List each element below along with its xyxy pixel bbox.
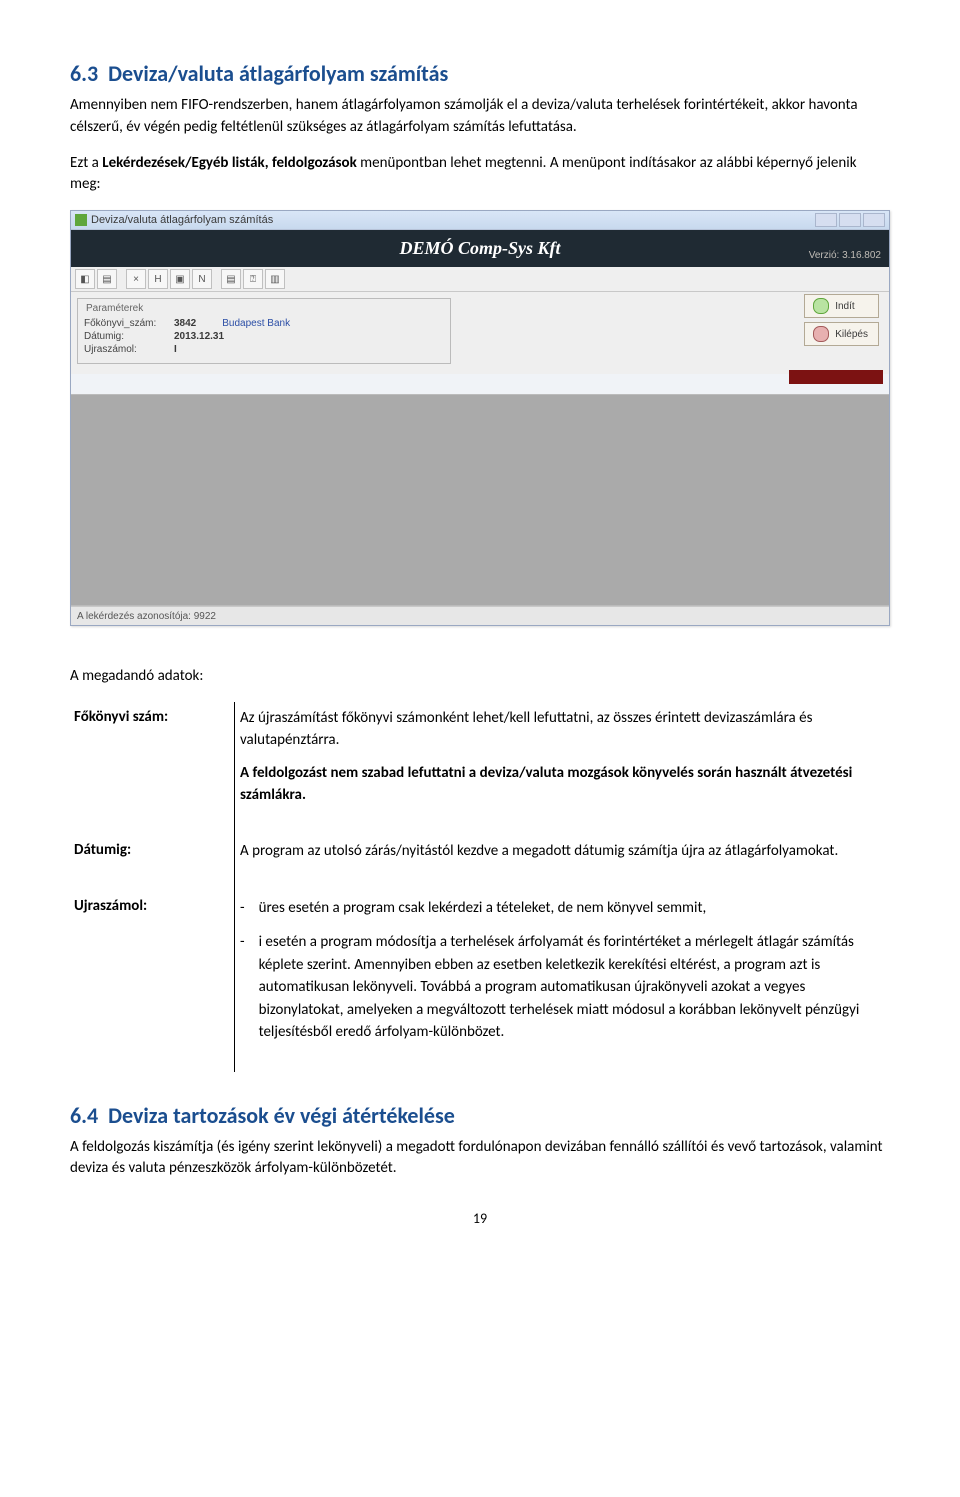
exit-button[interactable]: Kilépés <box>804 322 879 346</box>
statusbar: A lekérdezés azonosítója: 9922 <box>71 606 889 625</box>
sec63-para2: Ezt a Lekérdezések/Egyéb listák, feldolg… <box>70 153 890 197</box>
toolbar-button[interactable]: ⍰ <box>243 269 263 289</box>
datumig-input[interactable]: 2013.12.31 <box>174 331 224 342</box>
table-row: Főkönyvi szám: Az újraszámítást főkönyvi… <box>70 702 890 835</box>
toolbar-button[interactable]: N <box>192 269 212 289</box>
section-6-3-heading: 6.3 Deviza/valuta átlagárfolyam számítás <box>70 60 890 87</box>
datumig-desc: A program az utolsó zárás/nyitástól kezd… <box>240 841 880 863</box>
definitions-table: Főkönyvi szám: Az újraszámítást főkönyvi… <box>70 702 890 1072</box>
fokonyvi-desc-2: A feldolgozást nem szabad lefuttatni a d… <box>240 763 880 807</box>
fokonyvi-szam-name: Budapest Bank <box>222 318 290 329</box>
stop-icon <box>813 326 829 342</box>
app-banner: DEMÓ Comp-Sys Kft Verzió: 3.16.802 <box>71 230 889 267</box>
play-icon <box>813 298 829 314</box>
dash-icon: - <box>240 931 245 1044</box>
defs-intro: A megadandó adatok: <box>70 666 890 688</box>
app-window: Deviza/valuta átlagárfolyam számítás DEM… <box>70 210 890 626</box>
list-item: -i esetén a program módosítja a terhelés… <box>240 931 880 1044</box>
fokonyvi-szam-input[interactable]: 3842 <box>174 318 196 329</box>
list-item: -üres esetén a program csak lekérdezi a … <box>240 897 880 920</box>
page-number: 19 <box>70 1210 890 1227</box>
field-label: Főkönyvi_szám: <box>84 318 174 329</box>
ujra-opt-i: i esetén a program módosítja a terhelése… <box>259 931 880 1044</box>
ujra-opt-empty: üres esetén a program csak lekérdezi a t… <box>259 897 707 920</box>
banner-text: DEMÓ Comp-Sys Kft <box>399 238 560 258</box>
toolbar-button[interactable]: ▤ <box>97 269 117 289</box>
table-row: Dátumig: A program az utolsó zárás/nyitá… <box>70 835 890 891</box>
parameters-title: Paraméterek <box>86 303 444 314</box>
sec-number: 6.4 <box>70 1102 98 1129</box>
sec64-para: A feldolgozás kiszámítja (és igény szeri… <box>70 1137 890 1181</box>
toolbar-button[interactable]: ▤ <box>221 269 241 289</box>
table-row: Ujraszámol: -üres esetén a program csak … <box>70 891 890 1072</box>
minimize-button[interactable] <box>815 213 837 227</box>
toolbar-button[interactable]: ▣ <box>170 269 190 289</box>
term-fokonyvi: Főkönyvi szám: <box>70 702 235 835</box>
status-text: A lekérdezés azonosítója: 9922 <box>77 611 216 622</box>
sec-title: Deviza/valuta átlagárfolyam számítás <box>108 60 448 87</box>
term-ujraszamol: Ujraszámol: <box>70 891 235 1072</box>
progress-strip <box>789 370 883 384</box>
titlebar: Deviza/valuta átlagárfolyam számítás <box>71 211 889 230</box>
toolbar-button[interactable]: H <box>148 269 168 289</box>
dash-icon: - <box>240 897 245 920</box>
ujraszamol-input[interactable]: I <box>174 344 177 355</box>
field-label: Dátumig: <box>84 331 174 342</box>
parameters-panel: Paraméterek Főkönyvi_szám: 3842 Budapest… <box>77 298 451 364</box>
close-button[interactable] <box>863 213 885 227</box>
start-label: Indít <box>835 301 854 312</box>
sec-number: 6.3 <box>70 60 98 87</box>
maximize-button[interactable] <box>839 213 861 227</box>
app-icon <box>75 214 87 226</box>
section-6-4-heading: 6.4 Deviza tartozások év végi átértékelé… <box>70 1102 890 1129</box>
start-button[interactable]: Indít <box>804 294 879 318</box>
window-title: Deviza/valuta átlagárfolyam számítás <box>91 214 273 226</box>
toolbar: ◧ ▤ × H ▣ N ▤ ⍰ ▥ <box>71 267 889 292</box>
fokonyvi-desc-1: Az újraszámítást főkönyvi számonként leh… <box>240 708 880 752</box>
output-area <box>71 394 889 606</box>
field-label: Ujraszámol: <box>84 344 174 355</box>
sec-title: Deviza tartozások év végi átértékelése <box>108 1102 455 1129</box>
exit-label: Kilépés <box>835 329 868 340</box>
toolbar-button[interactable]: × <box>126 269 146 289</box>
window-controls <box>815 213 885 227</box>
toolbar-button[interactable]: ◧ <box>75 269 95 289</box>
sec63-para1: Amennyiben nem FIFO-rendszerben, hanem á… <box>70 95 890 139</box>
toolbar-button[interactable]: ▥ <box>265 269 285 289</box>
term-datumig: Dátumig: <box>70 835 235 891</box>
version-label: Verzió: 3.16.802 <box>809 250 881 261</box>
